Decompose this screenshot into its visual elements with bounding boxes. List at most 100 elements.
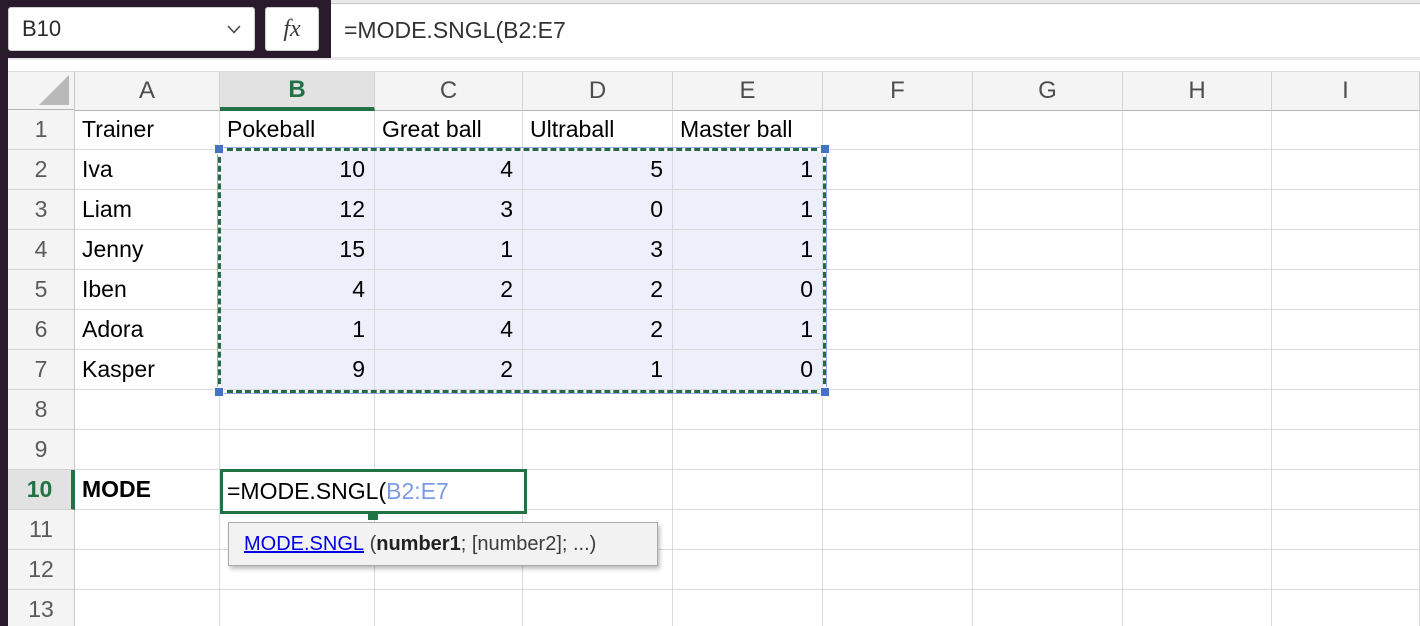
column-header-B[interactable]: B <box>220 72 375 111</box>
cell-I9[interactable] <box>1272 430 1420 470</box>
row-header-10[interactable]: 10 <box>8 470 75 510</box>
column-header-I[interactable]: I <box>1272 72 1420 111</box>
cell-D2[interactable]: 5 <box>523 150 673 190</box>
cell-I5[interactable] <box>1272 270 1420 310</box>
cell-D9[interactable] <box>523 430 673 470</box>
row-header-2[interactable]: 2 <box>8 150 75 190</box>
cell-A9[interactable] <box>75 430 220 470</box>
cell-F10[interactable] <box>823 470 973 510</box>
cell-I1[interactable] <box>1272 110 1420 150</box>
cell-F1[interactable] <box>823 110 973 150</box>
cell-G9[interactable] <box>973 430 1123 470</box>
formula-bar-input[interactable]: =MODE.SNGL(B2:E7 <box>331 3 1420 57</box>
cell-G10[interactable] <box>973 470 1123 510</box>
cell-F2[interactable] <box>823 150 973 190</box>
column-header-H[interactable]: H <box>1123 72 1272 111</box>
column-header-C[interactable]: C <box>375 72 523 111</box>
cell-B6[interactable]: 1 <box>220 310 375 350</box>
cell-I11[interactable] <box>1272 510 1420 550</box>
cell-E11[interactable] <box>673 510 823 550</box>
cell-H13[interactable] <box>1123 590 1272 626</box>
cell-C1[interactable]: Great ball <box>375 110 523 150</box>
cell-H8[interactable] <box>1123 390 1272 430</box>
cell-F3[interactable] <box>823 190 973 230</box>
cell-F12[interactable] <box>823 550 973 590</box>
cell-H10[interactable] <box>1123 470 1272 510</box>
cell-I3[interactable] <box>1272 190 1420 230</box>
row-header-4[interactable]: 4 <box>8 230 75 270</box>
cell-A3[interactable]: Liam <box>75 190 220 230</box>
cell-E2[interactable]: 1 <box>673 150 823 190</box>
cell-A6[interactable]: Adora <box>75 310 220 350</box>
cell-F4[interactable] <box>823 230 973 270</box>
row-header-13[interactable]: 13 <box>8 590 75 626</box>
cell-H12[interactable] <box>1123 550 1272 590</box>
cell-H11[interactable] <box>1123 510 1272 550</box>
cell-B8[interactable] <box>220 390 375 430</box>
cell-G8[interactable] <box>973 390 1123 430</box>
cell-D8[interactable] <box>523 390 673 430</box>
cell-B7[interactable]: 9 <box>220 350 375 390</box>
cell-D5[interactable]: 2 <box>523 270 673 310</box>
chevron-down-icon[interactable] <box>226 24 242 35</box>
row-header-1[interactable]: 1 <box>8 110 75 150</box>
column-header-E[interactable]: E <box>673 72 823 111</box>
cell-I8[interactable] <box>1272 390 1420 430</box>
cell-G4[interactable] <box>973 230 1123 270</box>
cell-I13[interactable] <box>1272 590 1420 626</box>
cell-E4[interactable]: 1 <box>673 230 823 270</box>
cell-B2[interactable]: 10 <box>220 150 375 190</box>
cell-E7[interactable]: 0 <box>673 350 823 390</box>
cell-E1[interactable]: Master ball <box>673 110 823 150</box>
cell-B3[interactable]: 12 <box>220 190 375 230</box>
cell-H5[interactable] <box>1123 270 1272 310</box>
cell-C6[interactable]: 4 <box>375 310 523 350</box>
cell-C8[interactable] <box>375 390 523 430</box>
cell-I6[interactable] <box>1272 310 1420 350</box>
cell-A8[interactable] <box>75 390 220 430</box>
cell-G2[interactable] <box>973 150 1123 190</box>
cell-C7[interactable]: 2 <box>375 350 523 390</box>
cell-A7[interactable]: Kasper <box>75 350 220 390</box>
cell-G11[interactable] <box>973 510 1123 550</box>
cell-I7[interactable] <box>1272 350 1420 390</box>
cell-E10[interactable] <box>673 470 823 510</box>
cell-H3[interactable] <box>1123 190 1272 230</box>
name-box[interactable]: B10 <box>8 7 255 51</box>
cell-G12[interactable] <box>973 550 1123 590</box>
cell-C4[interactable]: 1 <box>375 230 523 270</box>
cell-F8[interactable] <box>823 390 973 430</box>
cell-A2[interactable]: Iva <box>75 150 220 190</box>
cell-D3[interactable]: 0 <box>523 190 673 230</box>
cell-H6[interactable] <box>1123 310 1272 350</box>
cell-A5[interactable]: Iben <box>75 270 220 310</box>
cell-D4[interactable]: 3 <box>523 230 673 270</box>
cell-I4[interactable] <box>1272 230 1420 270</box>
cell-D6[interactable]: 2 <box>523 310 673 350</box>
cell-E12[interactable] <box>673 550 823 590</box>
cell-B5[interactable]: 4 <box>220 270 375 310</box>
cell-G1[interactable] <box>973 110 1123 150</box>
cell-C13[interactable] <box>375 590 523 626</box>
cell-D7[interactable]: 1 <box>523 350 673 390</box>
cell-A13[interactable] <box>75 590 220 626</box>
row-header-8[interactable]: 8 <box>8 390 75 430</box>
column-header-A[interactable]: A <box>75 72 220 111</box>
row-header-11[interactable]: 11 <box>8 510 75 550</box>
cell-F13[interactable] <box>823 590 973 626</box>
cell-A10[interactable]: MODE <box>75 470 220 510</box>
cell-F11[interactable] <box>823 510 973 550</box>
cell-F7[interactable] <box>823 350 973 390</box>
cell-H4[interactable] <box>1123 230 1272 270</box>
cell-A11[interactable] <box>75 510 220 550</box>
cell-C9[interactable] <box>375 430 523 470</box>
cell-B1[interactable]: Pokeball <box>220 110 375 150</box>
cell-C3[interactable]: 3 <box>375 190 523 230</box>
cell-F5[interactable] <box>823 270 973 310</box>
cell-D10[interactable] <box>523 470 673 510</box>
cell-E9[interactable] <box>673 430 823 470</box>
insert-function-button[interactable]: fx <box>265 7 319 51</box>
cell-I10[interactable] <box>1272 470 1420 510</box>
cell-E5[interactable]: 0 <box>673 270 823 310</box>
cell-E8[interactable] <box>673 390 823 430</box>
